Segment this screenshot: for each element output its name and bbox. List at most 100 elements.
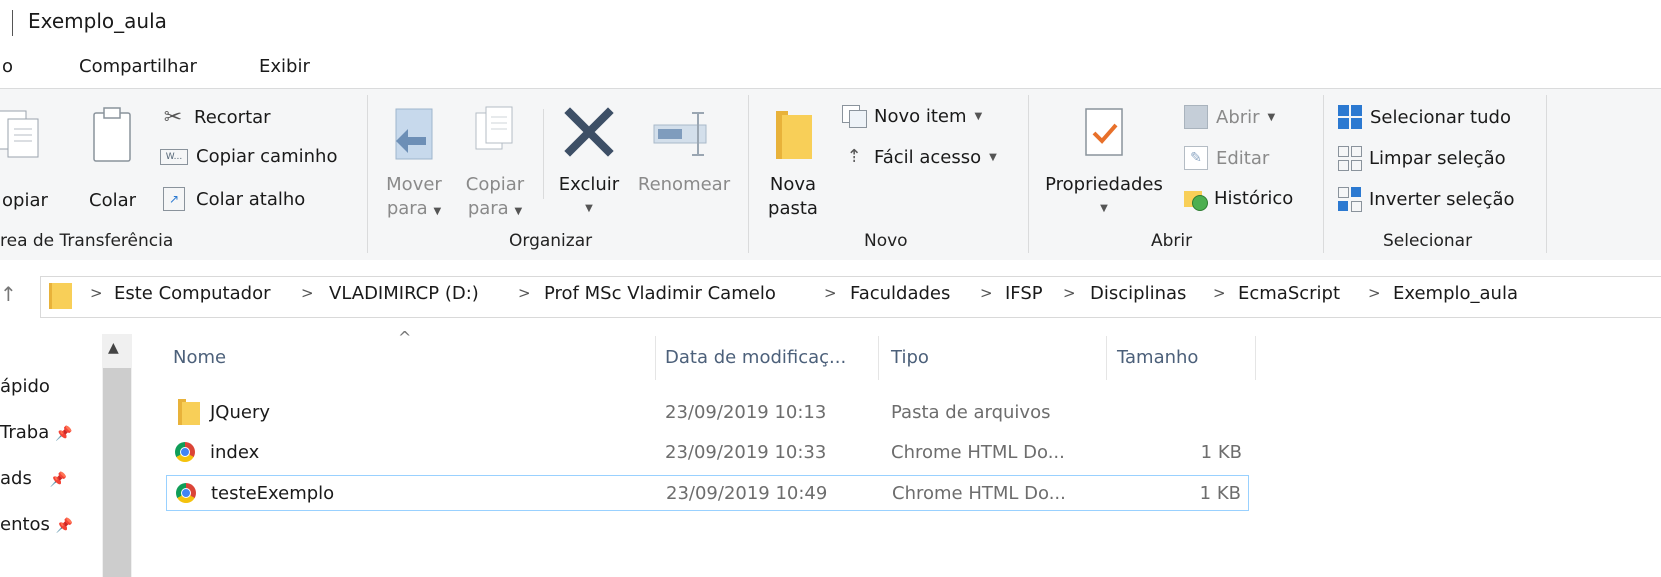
- chevron-right-icon[interactable]: >: [1213, 284, 1226, 302]
- sort-ascending-icon: ^: [398, 328, 412, 347]
- copy-to-icon: [475, 106, 513, 150]
- file-date: 23/09/2019 10:13: [665, 402, 827, 423]
- chevron-right-icon[interactable]: >: [90, 284, 103, 302]
- properties-button[interactable]: Propriedades ▼: [1036, 103, 1172, 214]
- chevron-down-icon: ▼: [1100, 203, 1108, 214]
- chevron-right-icon[interactable]: >: [1063, 284, 1076, 302]
- nav-item-label: entos: [0, 514, 50, 535]
- invert-selection-icon: [1338, 187, 1362, 212]
- invert-selection-button[interactable]: Inverter seleção: [1338, 187, 1515, 212]
- column-separator[interactable]: [1255, 336, 1256, 380]
- breadcrumb-this-pc[interactable]: Este Computador: [114, 283, 270, 304]
- breadcrumb-prof[interactable]: Prof MSc Vladimir Camelo: [544, 283, 776, 304]
- move-to-button[interactable]: Mover para ▼: [378, 103, 450, 219]
- file-row[interactable]: JQuery 23/09/2019 10:13 Pasta de arquivo…: [166, 395, 1249, 431]
- edit-button[interactable]: ✎ Editar: [1184, 146, 1269, 170]
- breadcrumb-exemplo-aula[interactable]: Exemplo_aula: [1393, 283, 1518, 304]
- ribbon-tabs: o Compartilhar Exibir: [0, 48, 1661, 88]
- file-row-selected[interactable]: testeExemplo 23/09/2019 10:49 Chrome HTM…: [166, 475, 1249, 511]
- column-header-size[interactable]: Tamanho: [1117, 347, 1198, 368]
- scroll-up-arrow-icon[interactable]: ▲: [108, 340, 119, 356]
- chevron-right-icon[interactable]: >: [824, 284, 837, 302]
- column-header-name[interactable]: Nome: [173, 347, 226, 368]
- column-separator[interactable]: [655, 336, 656, 380]
- rename-icon: [653, 112, 707, 156]
- tab-view[interactable]: Exibir: [259, 56, 310, 77]
- nav-item-label: Traba: [0, 422, 50, 443]
- breadcrumb-faculdades[interactable]: Faculdades: [850, 283, 950, 304]
- file-row[interactable]: index 23/09/2019 10:33 Chrome HTML Do...…: [166, 435, 1249, 471]
- chevron-down-icon: ▼: [989, 151, 997, 163]
- ribbon: opiar Colar ✂ Recortar W... Copiar camin…: [0, 88, 1661, 262]
- title-separator: [12, 10, 13, 36]
- new-group-label: Novo: [864, 231, 908, 251]
- file-type: Chrome HTML Do...: [892, 483, 1066, 504]
- new-folder-button[interactable]: Nova pasta: [758, 103, 828, 219]
- breadcrumb-disciplinas[interactable]: Disciplinas: [1090, 283, 1186, 304]
- breadcrumb-drive[interactable]: VLADIMIRCP (D:): [329, 283, 479, 304]
- up-arrow-icon[interactable]: ↑: [0, 282, 17, 306]
- open-icon: [1184, 105, 1208, 129]
- column-header-type[interactable]: Tipo: [891, 347, 929, 368]
- copy-to-label-1: Copiar: [465, 174, 525, 195]
- nav-item-downloads[interactable]: ads 📌: [0, 468, 67, 489]
- move-to-icon: [395, 108, 433, 160]
- chevron-right-icon[interactable]: >: [518, 284, 531, 302]
- file-name: index: [210, 442, 260, 463]
- delete-button[interactable]: Excluir ▼: [552, 103, 626, 214]
- column-header-date[interactable]: Data de modificaç...: [665, 347, 846, 368]
- column-separator[interactable]: [878, 336, 879, 380]
- copy-path-button[interactable]: W... Copiar caminho: [160, 146, 337, 167]
- pin-icon: 📌: [54, 426, 73, 442]
- nav-item-quick-access[interactable]: ápido: [0, 376, 50, 397]
- nav-item-documents[interactable]: entos 📌: [0, 514, 73, 535]
- select-all-button[interactable]: Selecionar tudo: [1338, 105, 1511, 129]
- file-type: Pasta de arquivos: [891, 402, 1051, 423]
- cut-label: Recortar: [194, 107, 271, 128]
- paste-shortcut-button[interactable]: ↗ Colar atalho: [160, 187, 305, 211]
- group-separator: [748, 95, 749, 253]
- easy-access-icon: ⇡: [846, 146, 862, 167]
- folder-icon: [776, 111, 812, 159]
- clear-selection-icon: [1338, 146, 1362, 171]
- chevron-right-icon[interactable]: >: [1368, 284, 1381, 302]
- column-separator[interactable]: [1106, 336, 1107, 380]
- group-separator: [367, 95, 368, 253]
- tab-file[interactable]: o: [2, 56, 13, 77]
- nav-item-desktop[interactable]: Traba 📌: [0, 422, 72, 443]
- rename-button[interactable]: Renomear: [632, 103, 736, 195]
- group-separator: [1546, 95, 1547, 253]
- folder-icon: [178, 399, 200, 425]
- copy-icon: [0, 110, 39, 158]
- delete-label: Excluir: [558, 174, 620, 195]
- pin-icon: 📌: [49, 472, 68, 488]
- clear-selection-button[interactable]: Limpar seleção: [1338, 146, 1506, 171]
- breadcrumb-ecmascript[interactable]: EcmaScript: [1238, 283, 1340, 304]
- history-button[interactable]: Histórico: [1184, 187, 1293, 211]
- group-separator: [1323, 95, 1324, 253]
- open-button[interactable]: Abrir ▼: [1184, 105, 1275, 129]
- chevron-right-icon[interactable]: >: [980, 284, 993, 302]
- nav-scrollbar-thumb[interactable]: [103, 368, 131, 577]
- new-item-label: Novo item: [874, 105, 967, 127]
- copy-to-button[interactable]: Copiar para ▼: [456, 103, 532, 219]
- paste-button[interactable]: Colar: [84, 103, 144, 211]
- new-folder-label-1: Nova: [769, 174, 817, 195]
- open-group-label: Abrir: [1151, 231, 1193, 251]
- cut-button[interactable]: ✂ Recortar: [160, 105, 271, 130]
- history-icon: [1184, 187, 1208, 211]
- group-separator: [1028, 95, 1029, 253]
- tab-share[interactable]: Compartilhar: [79, 56, 197, 77]
- chevron-right-icon[interactable]: >: [301, 284, 314, 302]
- breadcrumb-ifsp[interactable]: IFSP: [1005, 283, 1043, 304]
- copy-button[interactable]: opiar: [0, 103, 70, 211]
- open-label: Abrir: [1216, 106, 1260, 128]
- properties-icon: [1085, 108, 1123, 156]
- new-item-button[interactable]: Novo item ▼: [842, 105, 982, 128]
- new-folder-label-2: pasta: [768, 198, 818, 219]
- file-name: JQuery: [210, 402, 271, 423]
- copy-label: opiar: [2, 190, 48, 211]
- rename-label: Renomear: [637, 174, 731, 195]
- easy-access-button[interactable]: ⇡ Fácil acesso ▼: [842, 146, 997, 168]
- button-separator: [543, 109, 544, 199]
